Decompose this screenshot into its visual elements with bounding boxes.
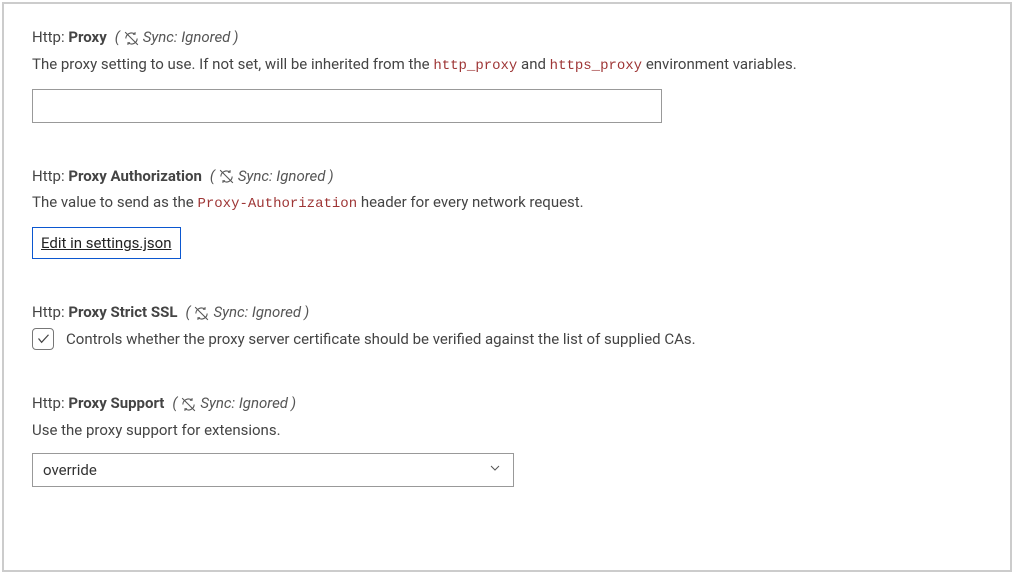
sync-ignored-badge: (Sync: Ignored) [210,167,334,186]
desc-text: and [517,55,549,73]
setting-name: Proxy [68,28,106,46]
setting-name: Proxy Support [68,394,164,412]
setting-title-row: Http: Proxy Support (Sync: Ignored) [32,394,982,413]
setting-name: Proxy Authorization [68,167,202,185]
checkbox-row: Controls whether the proxy server certif… [32,328,982,351]
settings-panel: Http: Proxy (Sync: Ignored) The proxy se… [2,2,1012,572]
sync-ignored-badge: (Sync: Ignored) [115,28,239,47]
sync-off-icon [180,394,197,413]
setting-http-proxy-support: Http: Proxy Support (Sync: Ignored) Use … [32,394,982,487]
setting-category: Http: Proxy [32,28,107,46]
setting-description: Controls whether the proxy server certif… [66,328,696,351]
desc-text: The value to send as the [32,193,197,211]
setting-http-proxy: Http: Proxy (Sync: Ignored) The proxy se… [32,28,982,123]
setting-category: Http: Proxy Authorization [32,167,202,185]
setting-category: Http: Proxy Strict SSL [32,303,177,321]
setting-title-row: Http: Proxy Strict SSL (Sync: Ignored) [32,303,982,322]
code-proxy-authorization: Proxy-Authorization [197,196,357,212]
desc-text: The proxy setting to use. If not set, wi… [32,55,433,73]
setting-title-row: Http: Proxy (Sync: Ignored) [32,28,982,47]
edit-in-settings-json-link[interactable]: Edit in settings.json [32,227,181,259]
proxy-support-select[interactable]: override [32,453,514,487]
select-value: override [43,461,97,479]
sync-badge-text: Sync: Ignored [143,28,231,46]
setting-description: The value to send as the Proxy-Authoriza… [32,191,982,215]
desc-text: environment variables. [642,55,797,73]
chevron-down-icon [487,460,503,480]
setting-http-proxy-authorization: Http: Proxy Authorization (Sync: Ignored… [32,167,982,260]
sync-badge-text: Sync: Ignored [238,167,326,185]
proxy-input[interactable] [32,89,662,123]
sync-badge-text: Sync: Ignored [213,303,301,321]
setting-description: The proxy setting to use. If not set, wi… [32,53,982,77]
setting-category: Http: Proxy Support [32,394,164,412]
sync-off-icon [218,167,235,186]
sync-badge-text: Sync: Ignored [200,394,288,412]
code-http-proxy: http_proxy [433,58,517,74]
sync-off-icon [193,303,210,322]
sync-off-icon [123,28,140,47]
setting-description: Use the proxy support for extensions. [32,419,982,442]
setting-title-row: Http: Proxy Authorization (Sync: Ignored… [32,167,982,186]
desc-text: header for every network request. [357,193,584,211]
sync-ignored-badge: (Sync: Ignored) [172,394,296,413]
setting-http-proxy-strict-ssl: Http: Proxy Strict SSL (Sync: Ignored) C… [32,303,982,350]
setting-name: Proxy Strict SSL [68,303,177,321]
code-https-proxy: https_proxy [550,58,642,74]
sync-ignored-badge: (Sync: Ignored) [185,303,309,322]
checkmark-icon [36,331,51,346]
proxy-strict-ssl-checkbox[interactable] [32,328,54,350]
